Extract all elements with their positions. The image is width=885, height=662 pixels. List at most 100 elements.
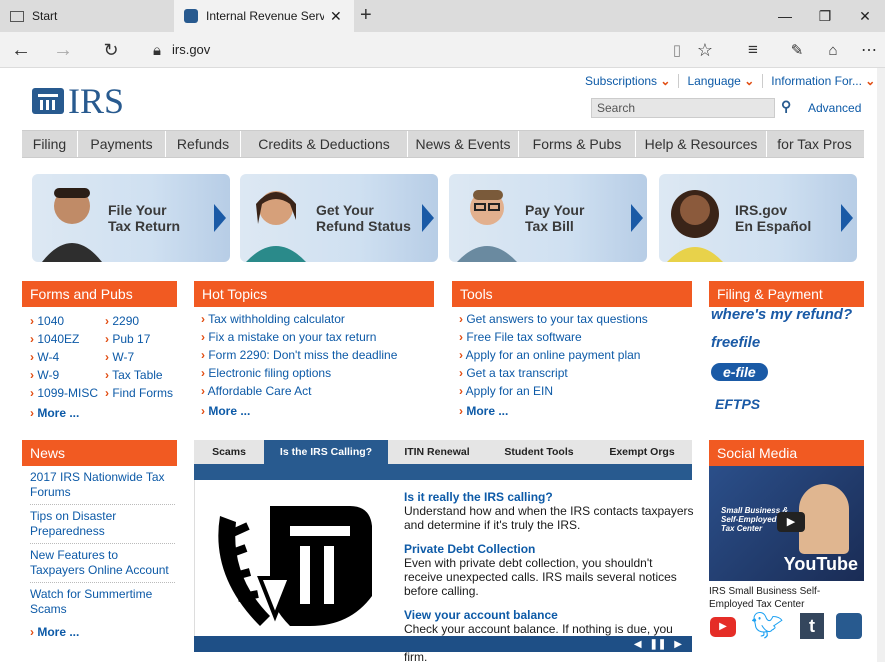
banner-espanol[interactable]: IRS.gov En Español bbox=[659, 174, 857, 262]
article-title[interactable]: View your account balance bbox=[404, 608, 694, 622]
language-link[interactable]: Language ⌄ bbox=[679, 74, 764, 88]
close-tab-icon[interactable]: ✕ bbox=[330, 8, 342, 25]
more-icon[interactable]: ⋯ bbox=[852, 32, 885, 68]
tumblr-icon[interactable]: t bbox=[800, 613, 824, 639]
form-link[interactable]: › 1099-MISC bbox=[30, 384, 98, 402]
nav-forms-pubs[interactable]: Forms & Pubs bbox=[519, 131, 636, 157]
form-link[interactable]: › W-4 bbox=[30, 348, 98, 366]
form-link[interactable]: › Tax Table bbox=[105, 366, 173, 384]
hot-topic-link[interactable]: › Form 2290: Don't miss the deadline bbox=[201, 346, 397, 364]
wheres-my-refund-logo[interactable]: where's my refund? bbox=[711, 306, 852, 323]
video-caption[interactable]: IRS Small Business Self-Employed Tax Cen… bbox=[709, 585, 864, 611]
article-title[interactable]: Is it really the IRS calling? bbox=[404, 490, 694, 504]
banner-pay-tax[interactable]: Pay Your Tax Bill bbox=[449, 174, 647, 262]
news-link[interactable]: New Features to Taxpayers Online Account bbox=[30, 548, 175, 578]
hot-topic-link[interactable]: › Affordable Care Act bbox=[201, 382, 397, 400]
tools-more-link[interactable]: › More ... bbox=[459, 402, 648, 420]
hot-topics-more-link[interactable]: › More ... bbox=[201, 402, 397, 420]
news-link[interactable]: Watch for Summertime Scams bbox=[30, 587, 175, 617]
banner-line2: Refund Status bbox=[316, 218, 411, 234]
free-file-logo[interactable]: freefile bbox=[711, 334, 760, 351]
eftps-logo[interactable]: EFTPS bbox=[715, 396, 760, 412]
favorite-star-icon[interactable]: ☆ bbox=[688, 32, 722, 68]
arrow-right-icon bbox=[841, 204, 853, 232]
pause-icon[interactable]: ❚❚ bbox=[650, 639, 667, 650]
person-photo bbox=[667, 190, 723, 262]
back-icon[interactable]: ← bbox=[4, 32, 38, 68]
new-tab-icon[interactable]: + bbox=[360, 4, 372, 27]
form-link[interactable]: › 1040EZ bbox=[30, 330, 98, 348]
web-note-icon[interactable]: ✎ bbox=[780, 32, 814, 68]
nav-help-resources[interactable]: Help & Resources bbox=[636, 131, 767, 157]
header-links: Subscriptions ⌄ Language ⌄ Information F… bbox=[585, 74, 875, 88]
banner-refund-status[interactable]: Get Your Refund Status bbox=[240, 174, 438, 262]
tab-irs[interactable]: Internal Revenue Servic ✕ bbox=[174, 0, 354, 32]
nav-credits-deductions[interactable]: Credits & Deductions bbox=[241, 131, 408, 157]
form-link[interactable]: › W-9 bbox=[30, 366, 98, 384]
youtube-video[interactable]: Small Business & Self-Employed Tax Cente… bbox=[709, 466, 864, 581]
tools-list: › Get answers to your tax questions › Fr… bbox=[459, 310, 648, 420]
carousel-controls: ◀ ❚❚ ▶ bbox=[194, 636, 692, 652]
scrollbar[interactable] bbox=[877, 68, 885, 662]
tab-exempt-orgs[interactable]: Exempt Orgs bbox=[592, 440, 692, 464]
share-icon[interactable]: ⌂ bbox=[816, 32, 850, 68]
article-title[interactable]: Private Debt Collection bbox=[404, 542, 694, 556]
nav-tax-pros[interactable]: for Tax Pros bbox=[767, 131, 862, 157]
forward-icon[interactable]: → bbox=[46, 32, 80, 68]
minimize-icon[interactable]: — bbox=[765, 0, 805, 32]
search-input[interactable]: Search bbox=[591, 98, 775, 118]
hub-icon[interactable]: ≡ bbox=[736, 32, 770, 68]
restore-icon[interactable]: ❐ bbox=[805, 0, 845, 32]
tab-irs-calling[interactable]: Is the IRS Calling? bbox=[264, 440, 388, 464]
social-media-header: Social Media bbox=[709, 440, 864, 466]
youtube-wordmark: YouTube bbox=[783, 554, 858, 574]
irs2go-icon[interactable] bbox=[836, 613, 862, 639]
banner-file-return[interactable]: File Your Tax Return bbox=[32, 174, 230, 262]
banner-line1: Get Your bbox=[316, 202, 374, 218]
form-link[interactable]: › Pub 17 bbox=[105, 330, 173, 348]
person-photo bbox=[42, 188, 102, 262]
news-link[interactable]: Tips on Disaster Preparedness bbox=[30, 509, 175, 539]
form-link[interactable]: › Find Forms bbox=[105, 384, 173, 402]
twitter-icon[interactable]: 🐦︎ bbox=[751, 612, 784, 638]
form-link[interactable]: › 1040 bbox=[30, 312, 98, 330]
nav-news-events[interactable]: News & Events bbox=[408, 131, 519, 157]
play-icon[interactable]: ▶ bbox=[777, 512, 805, 532]
hot-topic-link[interactable]: › Fix a mistake on your tax return bbox=[201, 328, 397, 346]
forms-more-link[interactable]: › More ... bbox=[30, 404, 98, 422]
subscriptions-link[interactable]: Subscriptions ⌄ bbox=[585, 74, 680, 88]
start-tab-icon bbox=[10, 10, 24, 22]
tool-link[interactable]: › Apply for an EIN bbox=[459, 382, 648, 400]
e-file-logo[interactable]: e-file bbox=[711, 363, 768, 381]
article-body: Even with private debt collection, you s… bbox=[404, 556, 677, 598]
next-icon[interactable]: ▶ bbox=[674, 639, 682, 650]
tool-link[interactable]: › Get answers to your tax questions bbox=[459, 310, 648, 328]
hot-topic-link[interactable]: › Tax withholding calculator bbox=[201, 310, 397, 328]
previous-icon[interactable]: ◀ bbox=[634, 639, 642, 650]
irs-favicon-icon bbox=[184, 9, 198, 23]
close-window-icon[interactable]: ✕ bbox=[845, 0, 885, 32]
youtube-icon[interactable]: ▶ bbox=[710, 617, 736, 637]
url-field[interactable]: irs.gov bbox=[172, 42, 210, 57]
news-link[interactable]: 2017 IRS Nationwide Tax Forums bbox=[30, 470, 175, 500]
news-more-link[interactable]: › More ... bbox=[30, 625, 79, 639]
refresh-icon[interactable]: ↻ bbox=[94, 32, 128, 68]
nav-refunds[interactable]: Refunds bbox=[166, 131, 241, 157]
information-for-link[interactable]: Information For... ⌄ bbox=[763, 74, 875, 88]
nav-filing[interactable]: Filing bbox=[22, 131, 78, 157]
hot-topic-link[interactable]: › Electronic filing options bbox=[201, 364, 397, 382]
irs-logo[interactable]: IRS bbox=[30, 80, 124, 122]
tab-student-tools[interactable]: Student Tools bbox=[486, 440, 592, 464]
tool-link[interactable]: › Get a tax transcript bbox=[459, 364, 648, 382]
tool-link[interactable]: › Apply for an online payment plan bbox=[459, 346, 648, 364]
form-link[interactable]: › 2290 bbox=[105, 312, 173, 330]
advanced-search-link[interactable]: Advanced bbox=[808, 101, 861, 115]
tab-itin-renewal[interactable]: ITIN Renewal bbox=[388, 440, 486, 464]
nav-payments[interactable]: Payments bbox=[78, 131, 166, 157]
search-icon[interactable]: ⚲ bbox=[781, 98, 791, 115]
news-header: News bbox=[22, 440, 177, 466]
tab-start[interactable]: Start bbox=[0, 0, 172, 32]
form-link[interactable]: › W-7 bbox=[105, 348, 173, 366]
tool-link[interactable]: › Free File tax software bbox=[459, 328, 648, 346]
tab-scams[interactable]: Scams bbox=[194, 440, 264, 464]
